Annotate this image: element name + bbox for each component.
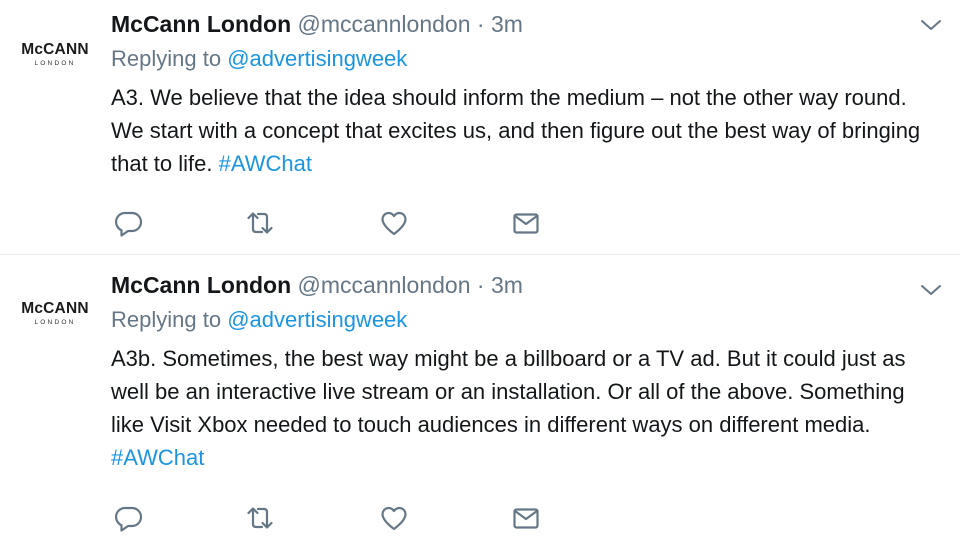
chevron-down-icon[interactable]: [920, 283, 942, 297]
reply-button[interactable]: [113, 208, 143, 238]
separator: ·: [476, 272, 485, 298]
direct-message-button[interactable]: [511, 208, 541, 238]
tweet-text: A3b. Sometimes, the best way might be a …: [111, 342, 941, 474]
tweet-header: McCann London @mccannlondon · 3m: [111, 9, 940, 39]
avatar-brand-sub: LONDON: [34, 319, 76, 326]
retweet-button[interactable]: [245, 208, 275, 238]
heart-icon: [381, 506, 407, 531]
direct-message-button[interactable]: [511, 503, 541, 533]
timestamp[interactable]: 3m: [491, 11, 523, 37]
reply-context: Replying to @advertisingweek: [111, 305, 940, 335]
reply-to-link[interactable]: @advertisingweek: [227, 46, 407, 71]
timestamp[interactable]: 3m: [491, 272, 523, 298]
separator: ·: [476, 11, 485, 37]
author-handle[interactable]: @mccannlondon: [298, 272, 471, 298]
reply-to-link[interactable]: @advertisingweek: [227, 307, 407, 332]
hashtag-link[interactable]: #AWChat: [111, 445, 204, 470]
heart-icon: [381, 211, 407, 236]
retweet-button[interactable]: [245, 503, 275, 533]
reply-prefix: Replying to: [111, 46, 222, 71]
avatar[interactable]: McCANN LONDON: [18, 301, 92, 327]
reply-icon: [115, 506, 143, 532]
tweet-text: A3. We believe that the idea should info…: [111, 81, 941, 180]
tweet-content: McCann London @mccannlondon · 3m Replyin…: [111, 270, 940, 474]
avatar-brand-logo: McCANN: [21, 300, 89, 317]
action-bar: [113, 503, 553, 533]
retweet-icon: [247, 212, 273, 234]
author-name[interactable]: McCann London: [111, 272, 291, 298]
reply-context: Replying to @advertisingweek: [111, 44, 940, 74]
like-button[interactable]: [379, 208, 409, 238]
reply-button[interactable]: [113, 503, 143, 533]
author-name[interactable]: McCann London: [111, 11, 291, 37]
envelope-icon: [513, 213, 539, 234]
hashtag-link[interactable]: #AWChat: [219, 151, 312, 176]
tweet-content: McCann London @mccannlondon · 3m Replyin…: [111, 9, 940, 180]
chevron-down-icon[interactable]: [920, 18, 942, 32]
avatar-brand-sub: LONDON: [34, 60, 76, 67]
author-handle[interactable]: @mccannlondon: [298, 11, 471, 37]
action-bar: [113, 208, 553, 238]
tweet-header: McCann London @mccannlondon · 3m: [111, 270, 940, 300]
tweet[interactable]: McCANN LONDON McCann London @mccannlondo…: [0, 0, 960, 255]
like-button[interactable]: [379, 503, 409, 533]
tweet[interactable]: McCANN LONDON McCann London @mccannlondo…: [0, 255, 960, 544]
tweet-body: A3b. Sometimes, the best way might be a …: [111, 346, 906, 437]
avatar[interactable]: McCANN LONDON: [18, 42, 92, 68]
reply-prefix: Replying to: [111, 307, 222, 332]
avatar-brand-logo: McCANN: [21, 41, 89, 58]
envelope-icon: [513, 508, 539, 529]
retweet-icon: [247, 507, 273, 529]
reply-icon: [115, 211, 143, 237]
